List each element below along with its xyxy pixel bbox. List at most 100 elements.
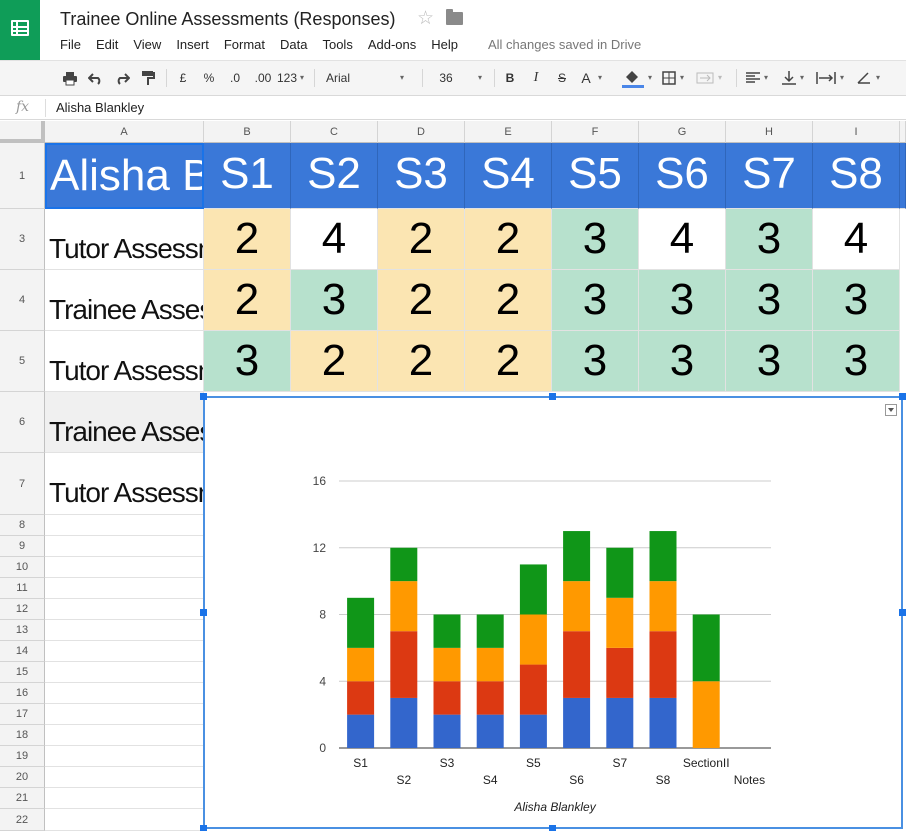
merge-dropdown-icon[interactable]: ▾	[718, 61, 722, 95]
empty-cell[interactable]	[45, 809, 204, 831]
more-formats-button[interactable]: 123	[276, 61, 298, 95]
empty-cell[interactable]	[45, 704, 204, 725]
row-label-cell[interactable]: Tutor Assessment	[45, 331, 204, 392]
section-header-cell[interactable]: S3	[378, 143, 465, 209]
score-cell[interactable]: 4	[813, 209, 900, 270]
paint-format-icon[interactable]	[141, 70, 155, 86]
row-header[interactable]: 15	[0, 662, 45, 683]
score-cell[interactable]: 3	[552, 331, 639, 392]
header-cell-overflow[interactable]	[900, 143, 906, 209]
currency-button[interactable]: £	[176, 61, 190, 95]
borders-icon[interactable]	[662, 71, 676, 85]
fill-color-dropdown-icon[interactable]: ▾	[648, 61, 652, 95]
row-header[interactable]: 6	[0, 392, 45, 453]
row-header[interactable]: 9	[0, 536, 45, 557]
menu-addons[interactable]: Add-ons	[368, 37, 416, 53]
row-header[interactable]: 3	[0, 209, 45, 270]
menu-file[interactable]: File	[60, 37, 81, 53]
select-all-corner[interactable]	[0, 121, 45, 143]
score-cell[interactable]: 4	[639, 209, 726, 270]
empty-cell[interactable]	[45, 578, 204, 599]
score-cell[interactable]: 3	[726, 209, 813, 270]
row-header[interactable]: 21	[0, 788, 45, 809]
text-color-button[interactable]: A	[579, 61, 593, 95]
font-dropdown-icon[interactable]: ▾	[400, 61, 404, 95]
score-cell[interactable]: 2	[465, 331, 552, 392]
score-cell[interactable]: 4	[291, 209, 378, 270]
resize-handle[interactable]	[549, 825, 556, 831]
text-wrap-dropdown-icon[interactable]: ▾	[840, 61, 844, 95]
row-header[interactable]: 14	[0, 641, 45, 662]
score-cell[interactable]: 2	[204, 209, 291, 270]
borders-dropdown-icon[interactable]: ▾	[680, 61, 684, 95]
text-rotation-icon[interactable]	[856, 71, 872, 85]
row-header[interactable]: 7	[0, 453, 45, 515]
column-header-b[interactable]: B	[204, 121, 291, 143]
empty-cell[interactable]	[45, 725, 204, 746]
fill-color-icon[interactable]	[622, 69, 644, 89]
menu-insert[interactable]: Insert	[176, 37, 209, 53]
row-header[interactable]: 16	[0, 683, 45, 704]
percent-button[interactable]: %	[202, 61, 216, 95]
score-cell[interactable]: 3	[813, 331, 900, 392]
menu-edit[interactable]: Edit	[96, 37, 118, 53]
increase-decimal-button[interactable]: .00	[252, 61, 274, 95]
row-label-cell[interactable]: Trainee Assessment	[45, 392, 204, 453]
column-header-a[interactable]: A	[45, 121, 204, 143]
menu-data[interactable]: Data	[280, 37, 307, 53]
column-header-j[interactable]	[900, 121, 906, 143]
row-header[interactable]: 22	[0, 809, 45, 831]
vertical-align-icon[interactable]	[782, 70, 796, 86]
print-icon[interactable]	[62, 70, 78, 86]
empty-cell[interactable]	[45, 620, 204, 641]
merge-cells-icon[interactable]	[696, 72, 714, 84]
row-header[interactable]: 20	[0, 767, 45, 788]
resize-handle[interactable]	[200, 609, 207, 616]
row-header[interactable]: 4	[0, 270, 45, 331]
score-cell[interactable]: 2	[204, 270, 291, 331]
empty-cell[interactable]	[45, 746, 204, 767]
row-header[interactable]: 10	[0, 557, 45, 578]
score-cell[interactable]: 2	[291, 331, 378, 392]
score-cell[interactable]: 2	[378, 270, 465, 331]
text-color-dropdown-icon[interactable]: ▾	[598, 61, 602, 95]
score-cell[interactable]: 3	[639, 270, 726, 331]
align-left-icon[interactable]	[746, 72, 760, 84]
column-header-i[interactable]: I	[813, 121, 900, 143]
font-size-dropdown-icon[interactable]: ▾	[478, 61, 482, 95]
name-cell[interactable]: Alisha Blankley	[45, 143, 204, 209]
score-cell[interactable]: 3	[204, 331, 291, 392]
row-header[interactable]: 19	[0, 746, 45, 767]
resize-handle[interactable]	[899, 393, 906, 400]
empty-cell[interactable]	[45, 767, 204, 788]
column-header-e[interactable]: E	[465, 121, 552, 143]
column-header-f[interactable]: F	[552, 121, 639, 143]
sheets-logo[interactable]	[0, 0, 40, 60]
empty-cell[interactable]	[45, 788, 204, 809]
score-cell[interactable]: 3	[552, 270, 639, 331]
empty-cell[interactable]	[45, 683, 204, 704]
bold-button[interactable]: B	[503, 61, 517, 95]
resize-handle[interactable]	[200, 825, 207, 831]
resize-handle[interactable]	[549, 393, 556, 400]
row-label-cell[interactable]: Tutor Assessment	[45, 209, 204, 270]
redo-icon[interactable]	[114, 71, 130, 85]
resize-handle[interactable]	[899, 609, 906, 616]
empty-cell[interactable]	[45, 557, 204, 578]
font-size-select[interactable]: 36	[436, 61, 456, 95]
document-title[interactable]: Trainee Online Assessments (Responses)	[60, 9, 395, 30]
row-header[interactable]: 17	[0, 704, 45, 725]
resize-handle[interactable]	[200, 393, 207, 400]
score-cell[interactable]: 3	[813, 270, 900, 331]
row-header[interactable]: 1	[0, 143, 45, 209]
menu-view[interactable]: View	[133, 37, 161, 53]
score-cell[interactable]: 3	[726, 331, 813, 392]
strikethrough-button[interactable]: S	[555, 61, 569, 95]
menu-help[interactable]: Help	[431, 37, 458, 53]
row-header[interactable]: 18	[0, 725, 45, 746]
score-cell[interactable]: 2	[378, 331, 465, 392]
menu-tools[interactable]: Tools	[322, 37, 352, 53]
more-formats-dropdown-icon[interactable]: ▾	[300, 61, 304, 95]
section-header-cell[interactable]: S4	[465, 143, 552, 209]
star-icon[interactable]: ☆	[417, 7, 434, 30]
